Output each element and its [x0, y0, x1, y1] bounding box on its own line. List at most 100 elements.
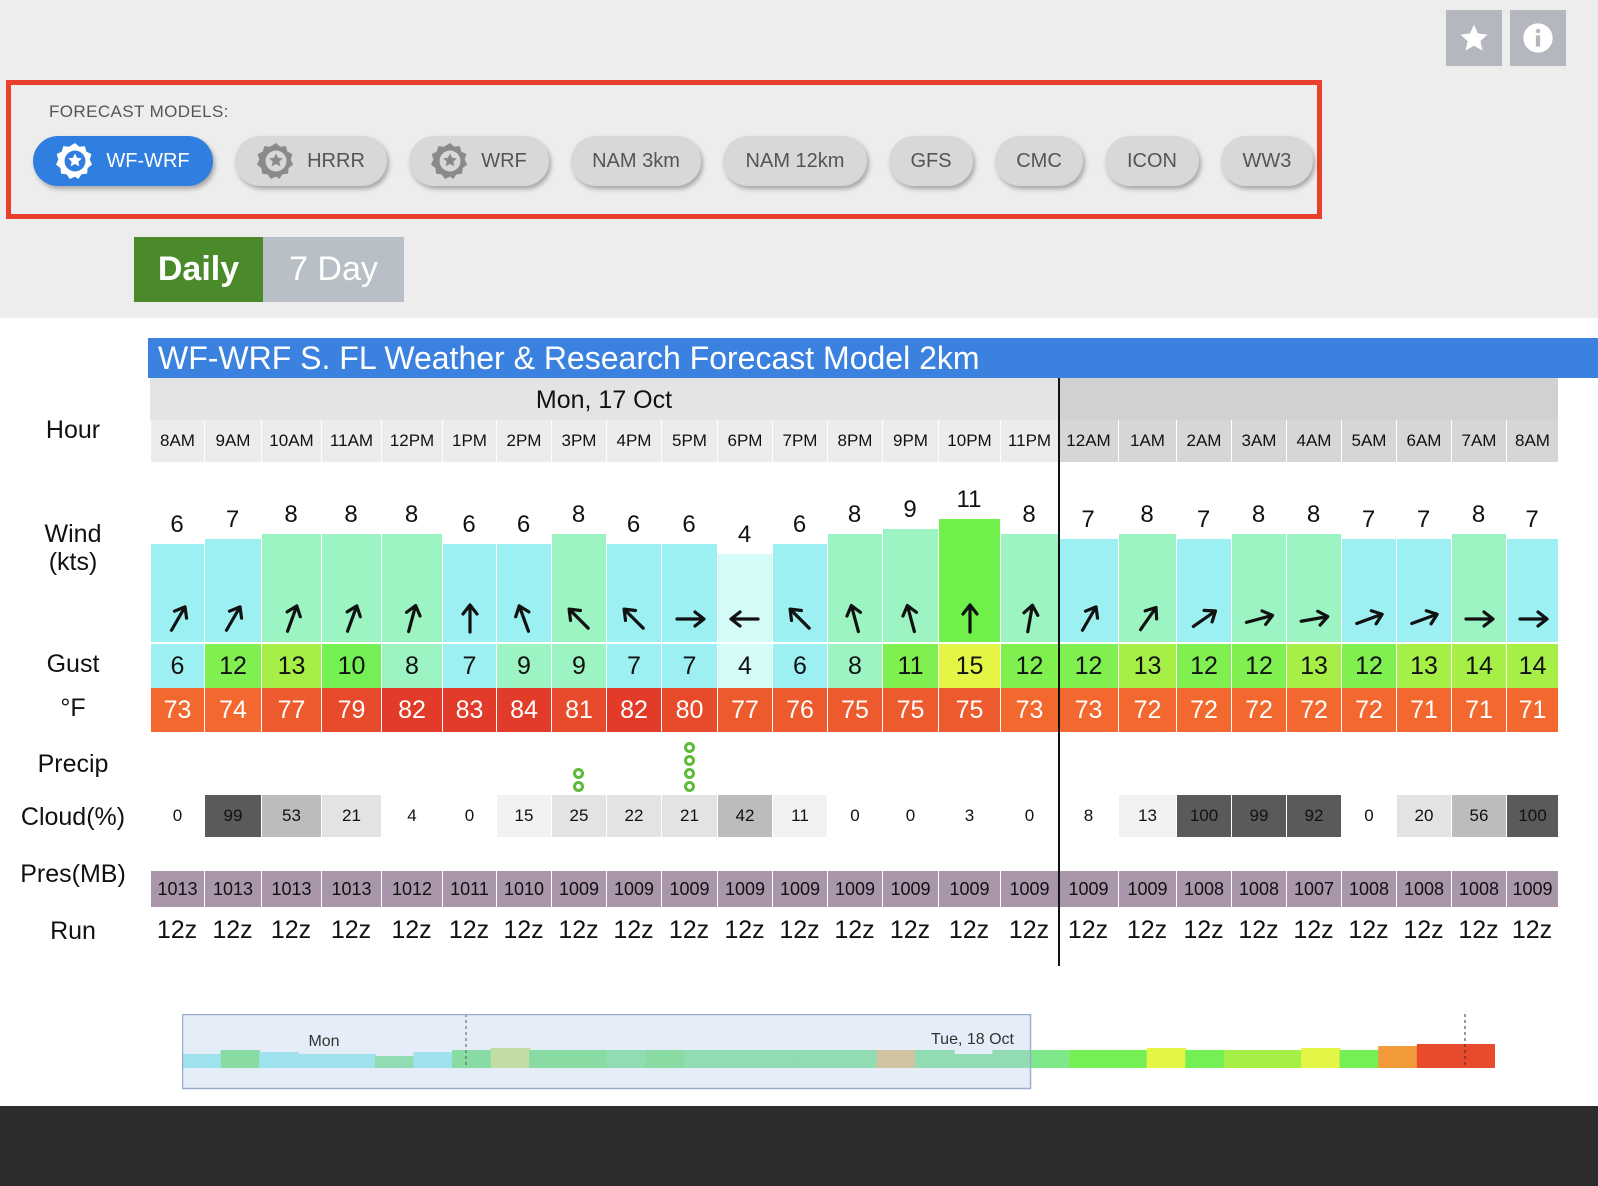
timeline-bar: [1339, 1050, 1380, 1068]
timeline-bar: [1108, 1050, 1148, 1068]
temp-cell: 71: [1451, 688, 1506, 732]
wind-bar: [1451, 534, 1506, 642]
temp-cell: 71: [1506, 688, 1558, 732]
timeline-label-mon: Mon: [308, 1033, 339, 1050]
hour-cell: 4PM: [606, 420, 661, 462]
wind-value: 8: [404, 501, 419, 528]
wind-value: 7: [225, 506, 240, 533]
gust-cell: 12: [1058, 644, 1118, 688]
temp-cell: 79: [321, 688, 381, 732]
wind-direction-arrow-icon: [1299, 609, 1330, 627]
cloud-cell: 0: [1341, 795, 1396, 837]
hour-cell: 2AM: [1176, 420, 1231, 462]
wind-bar: [496, 544, 551, 642]
raindrop-icon: [683, 781, 695, 792]
wind-bar: [882, 529, 938, 642]
date-header-tue: [1060, 378, 1558, 422]
timeline-bar: [1223, 1050, 1264, 1068]
wind-direction-arrow-icon: [285, 604, 302, 633]
hour-cell: 12PM: [381, 420, 442, 462]
timeline-scrubber[interactable]: Mon Tue, 18 Oct: [182, 1014, 1524, 1090]
wind-direction-arrow-icon: [1138, 605, 1158, 632]
cloud-cell: 21: [661, 795, 717, 837]
wind-direction-arrow-icon: [788, 607, 811, 630]
run-cell: 12z: [1238, 915, 1279, 944]
pressure-cell: 1007: [1286, 871, 1341, 907]
wind-direction-arrow-icon: [404, 603, 422, 634]
wind-bar: [1396, 539, 1451, 642]
cloud-cell: 8: [1058, 795, 1118, 837]
cloud-cell: 3: [938, 795, 1000, 837]
pressure-cell: 1008: [1341, 871, 1396, 907]
timeline-bar: [1146, 1048, 1187, 1068]
run-cell: 12z: [613, 915, 654, 944]
day-divider: [1058, 378, 1060, 966]
wind-value: 8: [571, 501, 586, 528]
cloud-cell: 11: [772, 795, 827, 837]
hour-cell: 8AM: [150, 420, 204, 462]
temp-cell: 72: [1231, 688, 1286, 732]
temp-cell: 71: [1396, 688, 1451, 732]
wind-value: 8: [1306, 501, 1321, 528]
run-cell: 12z: [558, 915, 599, 944]
date-header-mon: Mon, 17 Oct: [150, 378, 1058, 422]
run-cell: 12z: [330, 915, 372, 944]
gust-cell: 14: [1451, 644, 1506, 688]
timeline-bar: [1262, 1050, 1303, 1068]
run-cell: 12z: [1403, 915, 1444, 944]
wind-direction-arrow-icon: [1517, 610, 1549, 628]
run-cell: 12z: [1126, 915, 1168, 944]
pressure-cell: 1009: [661, 871, 717, 907]
wind-direction-arrow-icon: [345, 604, 362, 633]
wind-value: 8: [1251, 501, 1266, 528]
gust-cell: 6: [150, 644, 204, 688]
timeline-bar: [1069, 1050, 1110, 1068]
wind-bar: [1176, 539, 1231, 642]
cloud-cell: 0: [1000, 795, 1058, 837]
run-cell: 12z: [391, 915, 432, 944]
row-label-temp: °F: [60, 694, 86, 722]
pressure-cell: 1008: [1396, 871, 1451, 907]
gust-cell: 9: [496, 644, 551, 688]
wind-direction-arrow-icon: [622, 607, 645, 630]
run-cell: 12z: [948, 915, 990, 944]
row-label-precip: Precip: [37, 750, 109, 778]
hour-cell: 8PM: [827, 420, 882, 462]
pressure-cell: 1013: [204, 871, 261, 907]
cloud-cell: 99: [204, 795, 261, 837]
gust-cell: 12: [1176, 644, 1231, 688]
pressure-cell: 1009: [1058, 871, 1118, 907]
pressure-cell: 1010: [496, 871, 551, 907]
pressure-cell: 1009: [772, 871, 827, 907]
gust-cell: 12: [204, 644, 261, 688]
temp-cell: 81: [551, 688, 606, 732]
precip-cell: [551, 738, 606, 794]
gust-cell: 7: [606, 644, 661, 688]
wind-value: 7: [1361, 506, 1376, 533]
pressure-cell: 1009: [1506, 871, 1558, 907]
wind-direction-arrow-icon: [1355, 609, 1384, 626]
precip-cell: [661, 738, 717, 794]
wind-value: 6: [516, 511, 531, 538]
run-cell: 12z: [1183, 915, 1224, 944]
timeline-bar: [1301, 1048, 1341, 1068]
temp-cell: 83: [442, 688, 496, 732]
pressure-cell: 1008: [1176, 871, 1231, 907]
hour-cell: 2PM: [496, 420, 551, 462]
pressure-cell: 1009: [1000, 871, 1058, 907]
temp-cell: 82: [381, 688, 442, 732]
run-cell: 12z: [448, 915, 490, 944]
timeline-selection-window: [182, 1014, 1032, 1090]
cloud-cell: 15: [496, 795, 551, 837]
hour-cell: 7AM: [1451, 420, 1506, 462]
hour-cell: 3AM: [1231, 420, 1286, 462]
row-label-wind: Wind (kts): [44, 520, 102, 576]
wind-bar: [551, 534, 606, 642]
wind-direction-arrow-icon: [224, 605, 244, 632]
temp-cell: 80: [661, 688, 717, 732]
hour-cell: 1AM: [1118, 420, 1176, 462]
wind-direction-arrow-icon: [960, 603, 979, 634]
cloud-cell: 4: [381, 795, 442, 837]
cloud-cell: 0: [882, 795, 938, 837]
wind-bar: [938, 519, 1000, 642]
